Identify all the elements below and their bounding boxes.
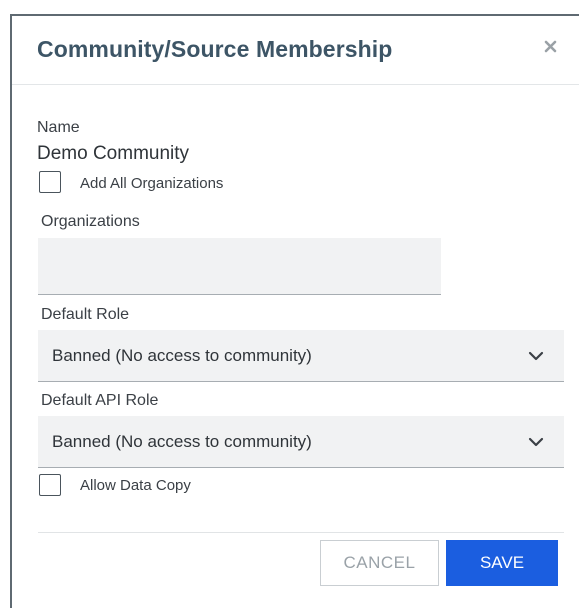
default-api-role-value: Banned (No access to community): [52, 432, 312, 451]
add-all-organizations-label[interactable]: Add All Organizations: [80, 175, 223, 192]
default-role-value: Banned (No access to community): [52, 346, 312, 365]
cancel-button[interactable]: CANCEL: [320, 540, 439, 586]
close-button[interactable]: [540, 36, 562, 58]
chevron-down-icon: [528, 437, 544, 447]
default-role-select[interactable]: Banned (No access to community): [38, 330, 564, 382]
add-all-organizations-checkbox[interactable]: [39, 171, 61, 193]
default-api-role-select[interactable]: Banned (No access to community): [38, 416, 564, 468]
dialog-header: Community/Source Membership: [12, 16, 579, 85]
footer-divider: [38, 532, 564, 533]
organizations-label: Organizations: [41, 213, 140, 230]
dialog-title: Community/Source Membership: [37, 36, 393, 62]
allow-data-copy-checkbox[interactable]: [39, 474, 61, 496]
membership-dialog: Community/Source Membership Name Demo Co…: [10, 14, 579, 608]
allow-data-copy-label[interactable]: Allow Data Copy: [80, 477, 191, 494]
save-button[interactable]: SAVE: [446, 540, 558, 586]
chevron-down-icon: [528, 351, 544, 361]
close-icon: [544, 40, 557, 53]
default-role-label: Default Role: [41, 306, 130, 323]
name-label: Name: [37, 119, 80, 136]
organizations-input[interactable]: [38, 238, 441, 295]
default-api-role-label: Default API Role: [41, 392, 159, 409]
name-value: Demo Community: [37, 143, 190, 164]
